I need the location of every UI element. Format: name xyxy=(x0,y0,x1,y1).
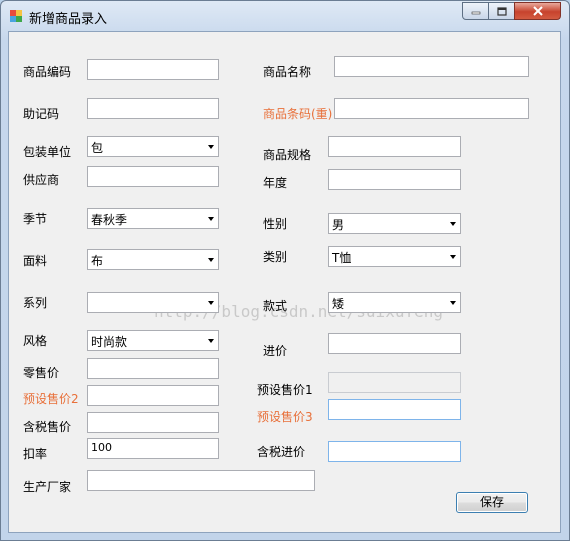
style-type-value: 矮 xyxy=(332,297,345,311)
series-select[interactable] xyxy=(87,292,219,313)
discount-input[interactable]: 100 xyxy=(87,438,219,459)
minimize-icon xyxy=(471,11,480,15)
mnemonic-label: 助记码 xyxy=(23,107,60,121)
category-select[interactable]: T恤 xyxy=(328,246,461,267)
preset-price3-input[interactable] xyxy=(328,399,461,420)
season-label: 季节 xyxy=(23,212,48,226)
style-select[interactable]: 时尚款 xyxy=(87,330,219,351)
title-bar[interactable]: 新增商品录入 xyxy=(1,1,569,31)
style-type-select[interactable]: 矮 xyxy=(328,292,461,313)
chevron-down-icon xyxy=(450,255,456,259)
chevron-down-icon xyxy=(450,222,456,226)
fabric-value: 布 xyxy=(91,254,104,268)
style-label: 风格 xyxy=(23,334,48,348)
chevron-down-icon xyxy=(208,301,214,305)
preset-price1-label: 预设售价1 xyxy=(257,383,313,397)
minimize-button[interactable] xyxy=(462,2,489,20)
gender-label: 性别 xyxy=(263,217,288,231)
window-title: 新增商品录入 xyxy=(29,12,108,27)
gender-value: 男 xyxy=(332,218,345,232)
product-code-label: 商品编码 xyxy=(23,65,72,79)
maximize-button[interactable] xyxy=(488,2,515,20)
gender-select[interactable]: 男 xyxy=(328,213,461,234)
year-label: 年度 xyxy=(263,176,288,190)
barcode-input[interactable] xyxy=(334,98,529,119)
discount-value: 100 xyxy=(91,441,112,454)
app-icon xyxy=(10,10,22,22)
year-input[interactable] xyxy=(328,169,461,190)
chevron-down-icon xyxy=(208,145,214,149)
retail-price-input[interactable] xyxy=(87,358,219,379)
close-button[interactable] xyxy=(514,2,561,20)
chevron-down-icon xyxy=(208,339,214,343)
pack-unit-select[interactable]: 包 xyxy=(87,136,219,157)
preset-price3-label: 预设售价3 xyxy=(257,410,313,424)
preset-price1-input[interactable] xyxy=(328,372,461,393)
tax-purchase-input[interactable] xyxy=(328,441,461,462)
preset-price2-input[interactable] xyxy=(87,385,219,406)
purchase-price-label: 进价 xyxy=(263,344,288,358)
maximize-icon xyxy=(496,6,507,16)
chevron-down-icon xyxy=(450,301,456,305)
discount-label: 扣率 xyxy=(23,447,48,461)
supplier-input[interactable] xyxy=(87,166,219,187)
manufacturer-label: 生产厂家 xyxy=(23,480,72,494)
tax-purchase-label: 含税进价 xyxy=(257,445,306,459)
series-label: 系列 xyxy=(23,296,48,310)
fabric-select[interactable]: 布 xyxy=(87,249,219,270)
pack-unit-label: 包装单位 xyxy=(23,145,72,159)
pack-unit-value: 包 xyxy=(91,141,104,155)
chevron-down-icon xyxy=(208,258,214,262)
supplier-label: 供应商 xyxy=(23,173,60,187)
product-name-input[interactable] xyxy=(334,56,529,77)
barcode-label: 商品条码(重) xyxy=(263,107,333,121)
retail-price-label: 零售价 xyxy=(23,366,60,380)
category-value: T恤 xyxy=(332,251,352,265)
window: 新增商品录入 http://blog.csdn.net/suixufeng 商品… xyxy=(0,0,570,541)
spec-label: 商品规格 xyxy=(263,148,312,162)
purchase-price-input[interactable] xyxy=(328,333,461,354)
save-button[interactable]: 保存 xyxy=(456,492,528,513)
manufacturer-input[interactable] xyxy=(87,470,315,491)
season-select[interactable]: 春秋季 xyxy=(87,208,219,229)
mnemonic-input[interactable] xyxy=(87,98,219,119)
category-label: 类别 xyxy=(263,250,288,264)
style-value: 时尚款 xyxy=(91,335,128,349)
form-area: http://blog.csdn.net/suixufeng 商品编码 商品名称… xyxy=(8,31,561,533)
fabric-label: 面料 xyxy=(23,254,48,268)
product-name-label: 商品名称 xyxy=(263,65,312,79)
season-value: 春秋季 xyxy=(91,213,128,227)
tax-price-input[interactable] xyxy=(87,412,219,433)
product-code-input[interactable] xyxy=(87,59,219,80)
style-type-label: 款式 xyxy=(263,299,288,313)
chevron-down-icon xyxy=(208,217,214,221)
preset-price2-label: 预设售价2 xyxy=(23,392,79,406)
tax-price-label: 含税售价 xyxy=(23,420,72,434)
close-icon xyxy=(532,6,543,16)
spec-input[interactable] xyxy=(328,136,461,157)
